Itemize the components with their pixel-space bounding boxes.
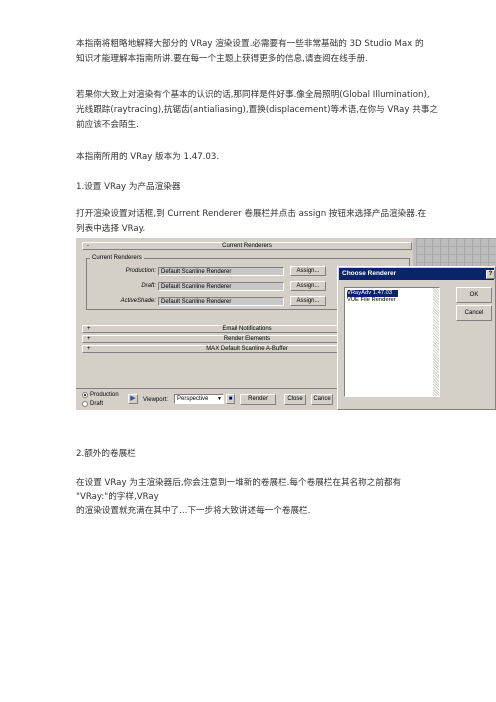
rollout-title: Current Renderers xyxy=(222,243,272,249)
section-heading-2: 2.额外的卷展栏 xyxy=(76,449,136,459)
render-setup-screenshot: - Current Renderers Current Renderers Pr… xyxy=(76,238,496,410)
bottom-bar-separator xyxy=(76,388,338,389)
draft-radio-label: Draft xyxy=(90,401,104,407)
knowledge-line-2: 光线跟踪(raytracing),抗锯齿(antialiasing),置换(di… xyxy=(76,105,439,115)
version-line: 本指南所用的 VRay 版本为 1.47.03. xyxy=(76,152,220,162)
production-radio-label: Production xyxy=(90,392,119,398)
production-radio[interactable] xyxy=(82,392,88,398)
rollouts-line-3: 的渲染设置就充满在其中了...下一步将大致讲述每一个卷展栏. xyxy=(76,506,311,516)
knowledge-line-1: 若果你大致上对渲染有个基本的认识的话,那同样是件好事.像全局照明(Global … xyxy=(76,90,430,100)
draft-renderer-field: Default Scanline Renderer xyxy=(158,282,284,291)
dialog-title: Choose Renderer xyxy=(342,270,397,277)
draft-label: Draft: xyxy=(141,283,156,289)
lock-icon[interactable]: ■ xyxy=(226,394,235,404)
assign-activeshade-button[interactable]: Assign... xyxy=(290,296,326,306)
list-scrollbar[interactable] xyxy=(433,288,439,396)
close-button[interactable]: Close xyxy=(284,394,306,405)
production-renderer-field: Default Scanline Renderer xyxy=(158,267,284,276)
viewport-grid-strip xyxy=(416,238,496,266)
knowledge-line-3: 前应该不会陌生. xyxy=(76,120,139,130)
dialog-title-bar: Choose Renderer xyxy=(339,268,494,280)
viewport-select[interactable]: Perspective ▼ xyxy=(174,394,224,404)
lock-viewport-icon[interactable]: ▶ xyxy=(128,394,138,404)
dialog-cancel-button[interactable]: Cancel xyxy=(456,305,492,321)
assign-line-1: 打开渲染设置对话框,到 Current Renderer 卷展栏并点击 assi… xyxy=(76,209,427,219)
activeshade-label: ActiveShade: xyxy=(120,298,156,304)
renderer-list: VRayAdv 1.47.03 VUE File Renderer xyxy=(344,287,440,397)
choose-renderer-dialog: Choose Renderer ? VRayAdv 1.47.03 VUE Fi… xyxy=(337,266,496,410)
intro-line-2: 知识才能理解本指南所讲.要在每一个主题上获得更多的信息,请查阅在线手册. xyxy=(76,54,368,64)
assign-production-button[interactable]: Assign... xyxy=(290,266,326,276)
intro-line-1: 本指南将粗略地解释大部分的 VRay 渲染设置.必需要有一些非常基础的 3D S… xyxy=(76,39,424,49)
help-icon[interactable]: ? xyxy=(486,270,495,279)
section-heading-1: 1.设置 VRay 为产品渲染器 xyxy=(76,182,181,192)
chevron-down-icon: ▼ xyxy=(217,396,222,402)
renderer-list-item-vray[interactable]: VRayAdv 1.47.03 xyxy=(347,290,399,297)
ok-button[interactable]: OK xyxy=(456,287,492,303)
viewport-label: Viewport: xyxy=(143,397,168,403)
cancel-button[interactable]: Cance xyxy=(311,394,333,405)
rollouts-line-2: "VRay:"的字样,VRay xyxy=(76,492,159,502)
production-label: Production: xyxy=(125,268,156,274)
activeshade-renderer-field: Default Scanline Renderer xyxy=(158,297,284,306)
assign-draft-button[interactable]: Assign... xyxy=(290,281,326,291)
renderer-list-item-vue[interactable]: VUE File Renderer xyxy=(347,297,396,304)
viewport-select-value: Perspective xyxy=(177,396,209,402)
rollouts-line-1: 在设置 VRay 为主渲染器后,你会注意到一堆新的卷展栏.每个卷展栏在其名称之前… xyxy=(76,478,402,488)
render-button[interactable]: Render xyxy=(240,394,276,405)
assign-line-2: 列表中选择 VRay. xyxy=(76,224,146,234)
group-label: Current Renderers xyxy=(90,254,144,262)
current-renderers-rollout-header[interactable]: - Current Renderers xyxy=(82,242,412,250)
draft-radio[interactable] xyxy=(82,401,88,407)
